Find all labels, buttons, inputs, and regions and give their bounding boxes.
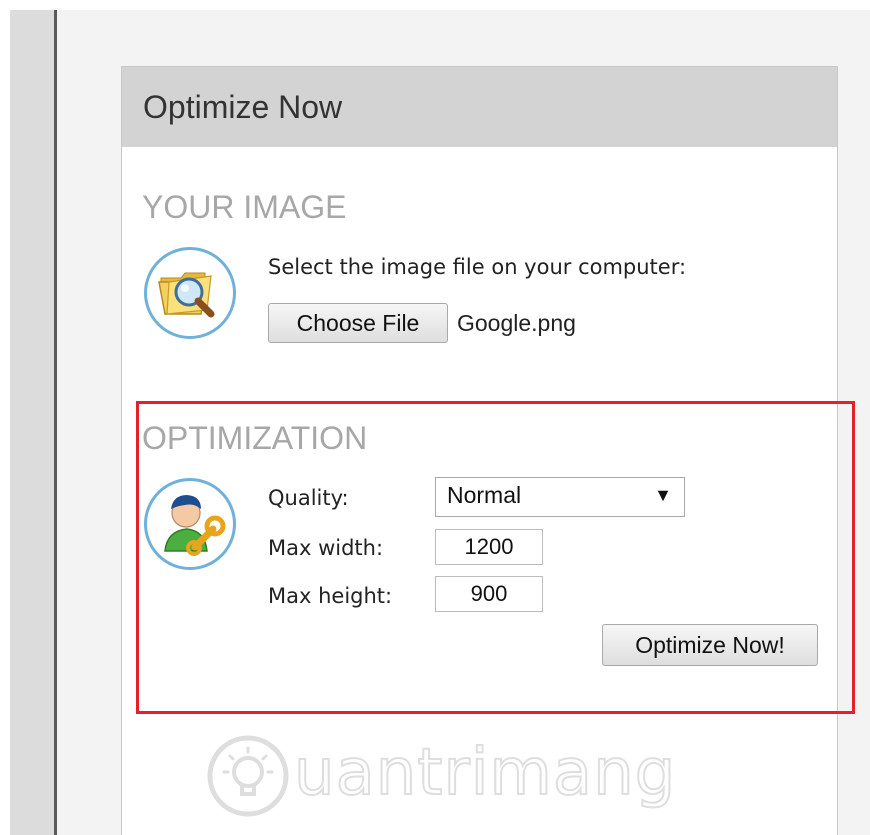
panel-title: Optimize Now — [143, 89, 343, 125]
panel-header: Optimize Now — [122, 67, 837, 147]
watermark-logo: uantrimang — [202, 728, 676, 828]
highlight-box — [136, 401, 855, 714]
selected-file-name: Google.png — [457, 310, 576, 336]
folder-magnifier-icon — [144, 247, 236, 339]
choose-file-button[interactable]: Choose File — [268, 303, 448, 343]
left-gutter — [10, 10, 54, 835]
top-band — [0, 0, 870, 10]
select-file-prompt: Select the image file on your computer: — [268, 255, 687, 279]
watermark-text: uantrimang — [293, 735, 677, 811]
lightbulb-icon — [207, 735, 289, 817]
left-rail — [0, 0, 10, 835]
gutter-border — [54, 10, 57, 835]
your-image-heading: YOUR IMAGE — [142, 189, 347, 225]
